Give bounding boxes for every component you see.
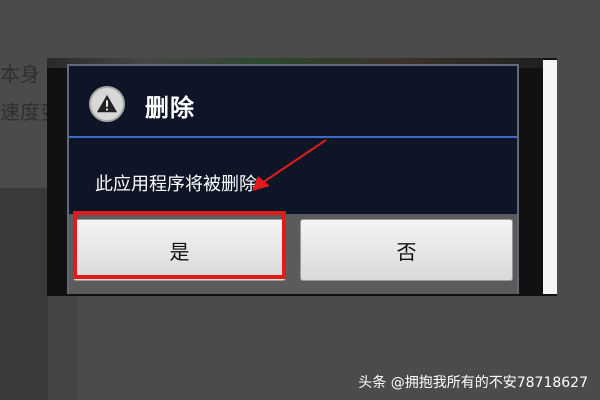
cancel-button[interactable]: 否 <box>300 219 513 281</box>
dialog-title: 删除 <box>145 94 195 122</box>
delete-dialog: 删除 此应用程序将被删除 是 否 <box>67 64 519 294</box>
watermark: 头条 @拥抱我所有的不安78718627 <box>358 375 588 391</box>
background-text-line-1: 本身 <box>0 62 40 86</box>
background-panel-edge <box>48 293 78 400</box>
warning-icon <box>89 86 125 122</box>
dialog-message: 此应用程序将被删除 <box>95 174 257 195</box>
dialog-title-bar: 删除 <box>69 66 517 138</box>
confirm-button[interactable]: 是 <box>73 219 286 281</box>
screenshot-edge <box>543 60 557 294</box>
dialog-button-bar: 是 否 <box>69 214 517 294</box>
